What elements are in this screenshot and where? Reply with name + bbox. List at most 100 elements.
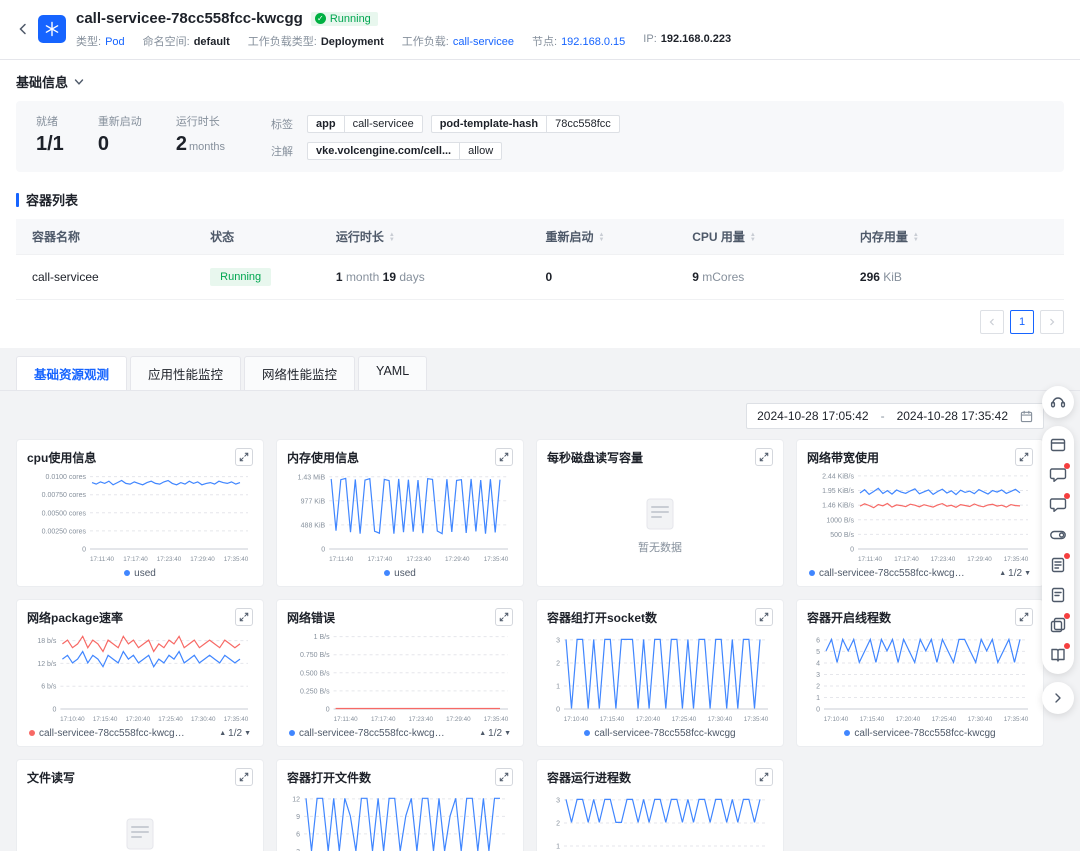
svg-text:0.750 B/s: 0.750 B/s — [300, 652, 330, 659]
legend-page-down-icon[interactable]: ▼ — [504, 730, 511, 737]
expand-chart-button[interactable] — [755, 448, 773, 466]
survey-card-icon[interactable] — [1042, 430, 1074, 460]
legend-page-up-icon[interactable]: ▲ — [999, 570, 1006, 577]
chart-card: 内存使用信息 1.43 MiB977 KiB488 KiB017:11:4017… — [276, 439, 524, 587]
chart-title: cpu使用信息 — [27, 449, 96, 466]
notification-dot — [1064, 463, 1070, 469]
sort-icon[interactable]: ▲▼ — [389, 233, 395, 243]
copy-docs-icon[interactable] — [1042, 610, 1074, 640]
collapse-chevron-icon[interactable] — [1042, 682, 1074, 714]
svg-text:17:35:40: 17:35:40 — [224, 556, 249, 563]
svg-text:17:17:40: 17:17:40 — [371, 716, 396, 723]
chart-title: 内存使用信息 — [287, 449, 359, 466]
svg-text:17:15:40: 17:15:40 — [93, 716, 118, 723]
expand-chart-button[interactable] — [755, 768, 773, 786]
pod-icon — [38, 15, 66, 43]
legend-item[interactable]: call-servicee-78cc558fcc-kwcgg-i... — [29, 728, 189, 739]
theme-capsule-icon[interactable] — [1042, 520, 1074, 550]
expand-chart-button[interactable] — [235, 448, 253, 466]
meta-value[interactable]: call-servicee — [453, 36, 514, 48]
sort-icon[interactable]: ▲▼ — [750, 233, 756, 243]
column-header[interactable]: CPU 用量▲▼ — [676, 219, 844, 255]
column-header[interactable]: 重新启动▲▼ — [530, 219, 677, 255]
chart-card: 网络错误 1 B/s0.750 B/s0.500 B/s0.250 B/s017… — [276, 599, 524, 747]
svg-text:488 KiB: 488 KiB — [301, 522, 326, 529]
message-chat-icon[interactable] — [1042, 460, 1074, 490]
expand-chart-button[interactable] — [495, 768, 513, 786]
doc-edit-icon[interactable] — [1042, 550, 1074, 580]
support-headset-icon[interactable] — [1042, 386, 1074, 418]
chart-card: 网络带宽使用 2.44 KiB/s1.95 KiB/s1.46 KiB/s100… — [796, 439, 1044, 587]
pagination-page-1[interactable]: 1 — [1010, 310, 1034, 334]
chart-body: 1 B/s0.750 B/s0.500 B/s0.250 B/s017:11:4… — [287, 628, 513, 724]
chart-body: 321017:10:4017:15:4017:20:4017:25:4017:3… — [547, 788, 773, 851]
notification-dot — [1064, 493, 1070, 499]
svg-text:6 b/s: 6 b/s — [41, 684, 57, 691]
tab-网络性能监控[interactable]: 网络性能监控 — [244, 356, 355, 390]
column-header[interactable]: 内存用量▲▼ — [844, 219, 1064, 255]
svg-text:17:20:40: 17:20:40 — [636, 716, 661, 723]
expand-chart-button[interactable] — [495, 608, 513, 626]
expand-chart-button[interactable] — [235, 768, 253, 786]
basic-info-section: 基础信息 就绪1/1重新启动0运行时长2months 标签 appcall-se… — [0, 60, 1080, 348]
legend-dot-icon — [844, 730, 850, 736]
svg-text:3: 3 — [816, 672, 820, 679]
legend-page-up-icon[interactable]: ▲ — [219, 730, 226, 737]
chart-body: 12963017:10:4017:15:4017:20:4017:25:4017… — [287, 788, 513, 851]
svg-text:17:20:40: 17:20:40 — [126, 716, 151, 723]
tab-基础资源观测[interactable]: 基础资源观测 — [16, 356, 127, 390]
legend-item[interactable]: call-servicee-78cc558fcc-kwcgg-i... — [809, 568, 969, 579]
label-tags: appcall-serviceepod-template-hash78cc558… — [307, 115, 628, 133]
back-button[interactable] — [12, 18, 34, 40]
legend-page-down-icon[interactable]: ▼ — [1024, 570, 1031, 577]
chart-title: 文件读写 — [27, 769, 75, 786]
legend-item[interactable]: used — [384, 568, 416, 579]
basic-info-title: 基础信息 — [16, 72, 68, 91]
legend-item[interactable]: call-servicee-78cc558fcc-kwcgg-i... — [289, 728, 449, 739]
legend-item[interactable]: call-servicee-78cc558fcc-kwcgg — [584, 728, 735, 739]
pagination-prev-button[interactable] — [980, 310, 1004, 334]
time-range-picker[interactable]: 2024-10-28 17:05:42 - 2024-10-28 17:35:4… — [746, 403, 1044, 429]
no-data-icon — [638, 495, 682, 533]
svg-text:0: 0 — [556, 707, 560, 714]
svg-text:17:17:40: 17:17:40 — [894, 556, 919, 563]
legend-item[interactable]: call-servicee-78cc558fcc-kwcgg — [844, 728, 995, 739]
calendar-icon — [1020, 410, 1033, 423]
chart-card: cpu使用信息 0.0100 cores0.00750 cores0.00500… — [16, 439, 264, 587]
no-data-text: 暂无数据 — [638, 539, 682, 555]
pagination-next-button[interactable] — [1040, 310, 1064, 334]
chart-legend: call-servicee-78cc558fcc-kwcgg-i...▲1/2▼ — [287, 724, 513, 742]
pod-stat: 重新启动0 — [98, 113, 142, 156]
labels-row: 标签 appcall-serviceepod-template-hash78cc… — [271, 115, 628, 133]
expand-chart-button[interactable] — [1015, 448, 1033, 466]
chart-card: 容器运行进程数 321017:10:4017:15:4017:20:4017:2… — [536, 759, 784, 851]
expand-chart-button[interactable] — [1015, 608, 1033, 626]
tab-YAML[interactable]: YAML — [358, 356, 427, 390]
legend-page-up-icon[interactable]: ▲ — [479, 730, 486, 737]
column-header[interactable]: 运行时长▲▼ — [320, 219, 530, 255]
meta-value[interactable]: 192.168.0.15 — [561, 36, 625, 48]
table-row[interactable]: call-servicee Running 1 month 19 days 0 … — [16, 255, 1064, 300]
notification-dot — [1064, 613, 1070, 619]
sort-icon[interactable]: ▲▼ — [913, 233, 919, 243]
basic-info-header[interactable]: 基础信息 — [16, 72, 1064, 91]
header-meta-item: 工作负载:call-servicee — [402, 33, 514, 49]
sort-icon[interactable]: ▲▼ — [599, 233, 605, 243]
chart-title: 网络package速率 — [27, 609, 123, 626]
expand-chart-button[interactable] — [495, 448, 513, 466]
legend-page-down-icon[interactable]: ▼ — [244, 730, 251, 737]
legend-item[interactable]: used — [124, 568, 156, 579]
expand-chart-button[interactable] — [755, 608, 773, 626]
header-meta-item: 工作负载类型:Deployment — [248, 33, 384, 49]
header-meta-item: 命名空间:default — [143, 33, 230, 49]
annotations-title: 注解 — [271, 143, 297, 159]
chart-body: 暂无数据 — [27, 788, 253, 851]
expand-chart-button[interactable] — [235, 608, 253, 626]
cell-restarts: 0 — [530, 255, 677, 300]
expand-icon — [499, 772, 509, 782]
tab-应用性能监控[interactable]: 应用性能监控 — [130, 356, 241, 390]
handbook-icon[interactable] — [1042, 640, 1074, 670]
feedback-chat-icon[interactable] — [1042, 490, 1074, 520]
doc-icon[interactable] — [1042, 580, 1074, 610]
meta-value[interactable]: Pod — [105, 36, 125, 48]
